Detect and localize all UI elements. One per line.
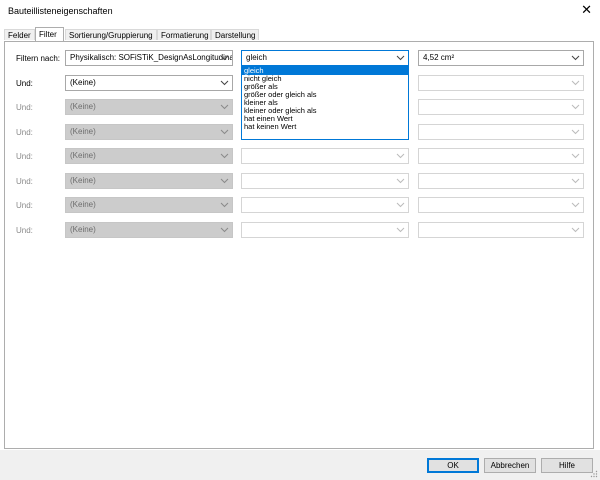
filter-value-0: 4,52 cm²	[423, 53, 455, 62]
chevron-down-icon	[396, 51, 405, 65]
filter-field-value-4: (Keine)	[70, 151, 96, 160]
filter-field-select-2: (Keine)	[65, 99, 233, 115]
filter-value-select-0[interactable]: 4,52 cm²	[418, 50, 584, 66]
filter-field-value-0: Physikalisch: SOFiSTiK_DesignAsLongitudi…	[70, 53, 232, 62]
chevron-down-icon	[571, 76, 580, 90]
ok-button[interactable]: OK	[427, 458, 479, 473]
filter-label-5: Und:	[16, 177, 33, 186]
filter-field-select-0[interactable]: Physikalisch: SOFiSTiK_DesignAsLongitudi…	[65, 50, 233, 66]
chevron-down-icon	[571, 51, 580, 65]
filter-label-4: Und:	[16, 152, 33, 161]
chevron-down-icon	[220, 174, 229, 188]
filter-condition-select-6	[241, 197, 409, 213]
tab-felder[interactable]: Felder	[4, 29, 35, 40]
filter-field-value-7: (Keine)	[70, 225, 96, 234]
window-title: Bauteillisteneigenschaften	[8, 6, 113, 16]
filter-field-select-6: (Keine)	[65, 197, 233, 213]
filter-field-select-3: (Keine)	[65, 124, 233, 140]
title-bar: Bauteillisteneigenschaften ✕	[0, 0, 600, 22]
filter-value-select-2	[418, 99, 584, 115]
chevron-down-icon	[220, 198, 229, 212]
chevron-down-icon	[220, 149, 229, 163]
filter-label-7: Und:	[16, 226, 33, 235]
filter-condition-value-0: gleich	[246, 53, 267, 62]
filter-field-value-2: (Keine)	[70, 102, 96, 111]
condition-dropdown-list: gleich nicht gleich größer als größer od…	[241, 66, 409, 140]
filter-value-select-1	[418, 75, 584, 91]
filter-field-value-6: (Keine)	[70, 200, 96, 209]
filter-value-select-3	[418, 124, 584, 140]
chevron-down-icon	[571, 223, 580, 237]
chevron-down-icon	[220, 51, 229, 65]
filter-condition-select-7	[241, 222, 409, 238]
filter-field-select-1[interactable]: (Keine)	[65, 75, 233, 91]
chevron-down-icon	[220, 76, 229, 90]
chevron-down-icon	[220, 100, 229, 114]
chevron-down-icon	[571, 100, 580, 114]
chevron-down-icon	[571, 149, 580, 163]
chevron-down-icon	[220, 125, 229, 139]
filter-value-select-4	[418, 148, 584, 164]
filter-field-select-4: (Keine)	[65, 148, 233, 164]
chevron-down-icon	[571, 198, 580, 212]
tab-formatierung[interactable]: Formatierung	[157, 29, 211, 40]
filter-field-value-3: (Keine)	[70, 127, 96, 136]
close-icon[interactable]: ✕	[581, 3, 592, 17]
chevron-down-icon	[220, 223, 229, 237]
resize-grip-icon[interactable]	[590, 470, 598, 478]
filter-field-value-1: (Keine)	[70, 78, 96, 87]
filter-label-1: Und:	[16, 79, 33, 88]
tab-filter[interactable]: Filter	[35, 27, 64, 41]
filter-condition-select-0[interactable]: gleich	[241, 50, 409, 66]
chevron-down-icon	[571, 174, 580, 188]
filter-label-2: Und:	[16, 103, 33, 112]
cancel-button[interactable]: Abbrechen	[484, 458, 536, 473]
filter-value-select-7	[418, 222, 584, 238]
filter-condition-select-4	[241, 148, 409, 164]
filter-field-select-7: (Keine)	[65, 222, 233, 238]
tab-darstellung[interactable]: Darstellung	[211, 29, 259, 40]
filter-condition-select-5	[241, 173, 409, 189]
chevron-down-icon	[571, 125, 580, 139]
condition-option-hat-keinen-wert[interactable]: hat keinen Wert	[242, 123, 408, 131]
filter-field-value-5: (Keine)	[70, 176, 96, 185]
filter-value-select-6	[418, 197, 584, 213]
chevron-down-icon	[396, 198, 405, 212]
filter-value-select-5	[418, 173, 584, 189]
filter-field-select-5: (Keine)	[65, 173, 233, 189]
chevron-down-icon	[396, 174, 405, 188]
tab-sortierung[interactable]: Sortierung/Gruppierung	[65, 29, 157, 40]
help-button[interactable]: Hilfe	[541, 458, 593, 473]
chevron-down-icon	[396, 149, 405, 163]
chevron-down-icon	[396, 223, 405, 237]
filter-label-0: Filtern nach:	[16, 54, 61, 63]
filter-label-3: Und:	[16, 128, 33, 137]
filter-label-6: Und:	[16, 201, 33, 210]
